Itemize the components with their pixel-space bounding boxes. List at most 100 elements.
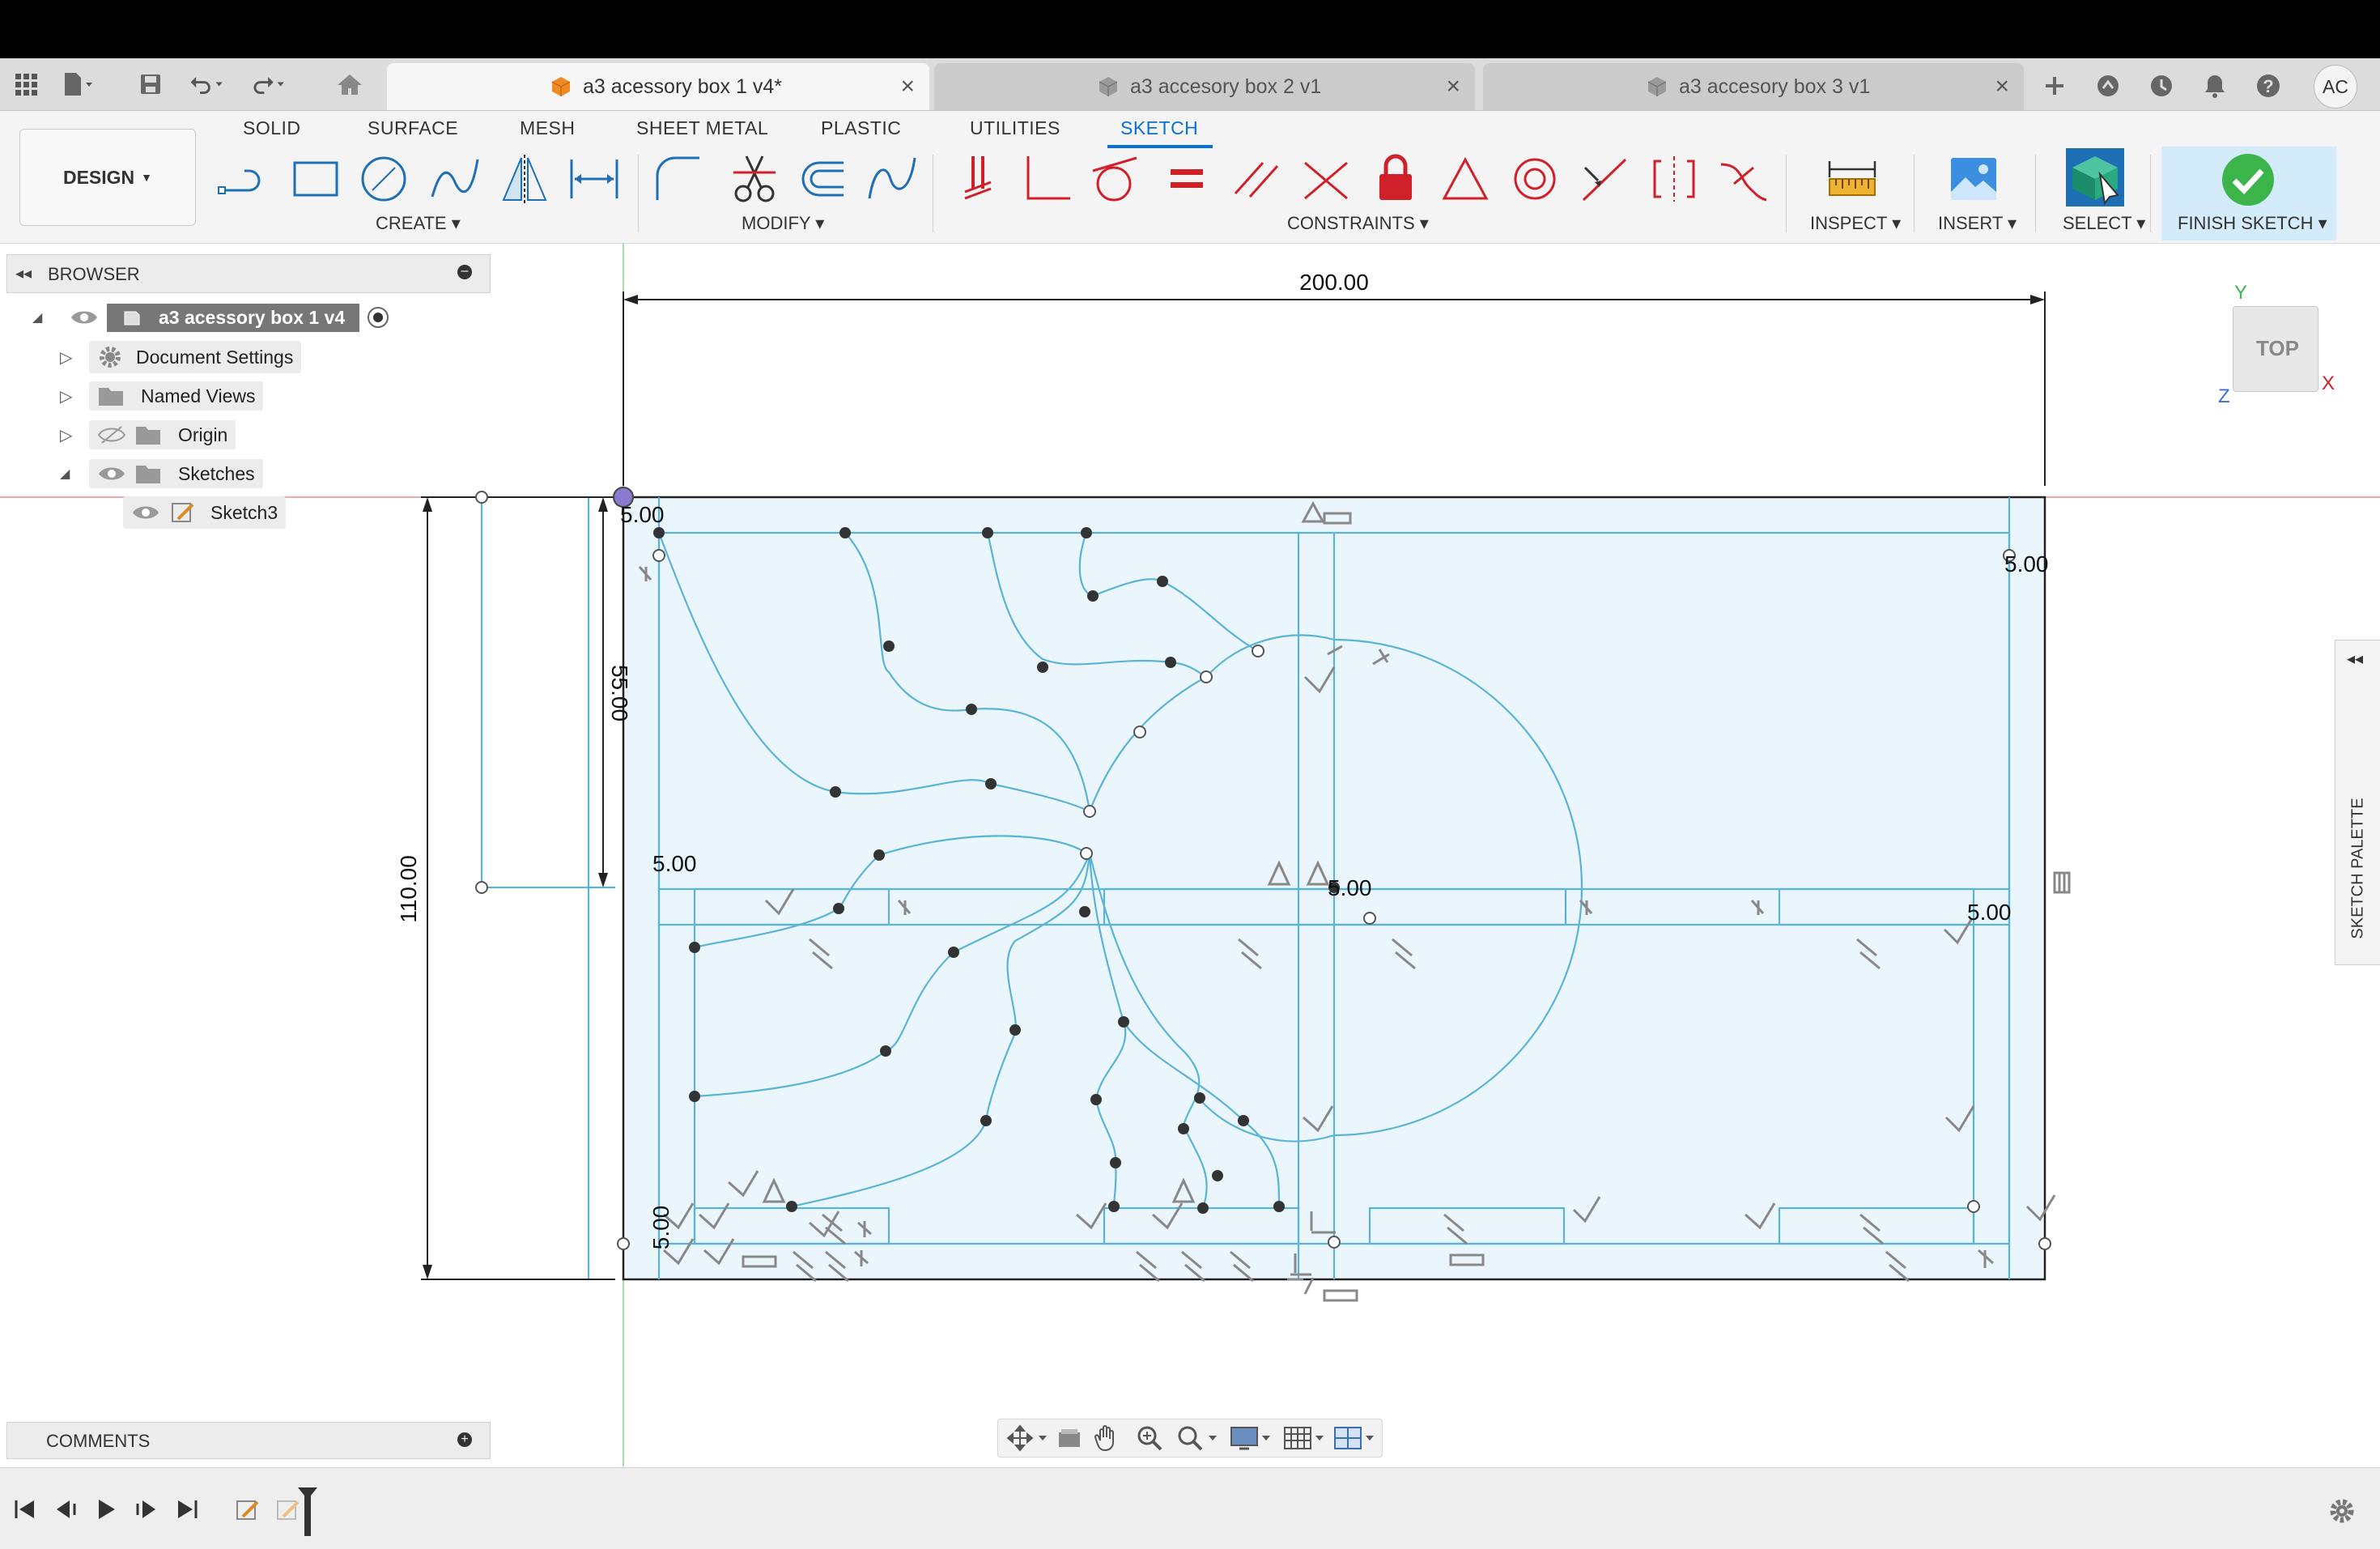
- expand-triangle-icon[interactable]: ▷: [60, 425, 89, 445]
- timeline-sketch-icon[interactable]: [235, 1497, 261, 1523]
- expand-palette-icon[interactable]: ◂◂: [2347, 649, 2363, 669]
- tab-surface[interactable]: SURFACE: [368, 117, 458, 139]
- sketch-palette-tab[interactable]: ◂◂ SKETCH PALETTE: [2335, 640, 2380, 965]
- tab-plastic[interactable]: PLASTIC: [821, 117, 901, 139]
- convert-spline-icon[interactable]: [865, 151, 920, 206]
- dimension-offset-mid-left[interactable]: 5.00: [652, 851, 697, 876]
- go-to-end-icon[interactable]: [175, 1497, 199, 1521]
- fit-zoom-icon[interactable]: [1176, 1424, 1220, 1452]
- inspect-menu[interactable]: INSPECT ▾: [1810, 213, 1901, 234]
- orbit-move-icon[interactable]: [1006, 1424, 1050, 1452]
- activate-radio-icon[interactable]: [366, 305, 390, 330]
- collapse-triangle-icon[interactable]: ◢: [32, 309, 53, 326]
- look-at-icon[interactable]: [1056, 1426, 1082, 1450]
- add-comment-icon[interactable]: +: [457, 1432, 472, 1447]
- collapse-browser-icon[interactable]: ◂◂: [15, 263, 32, 283]
- browser-item-named-views[interactable]: ▷ Named Views: [60, 380, 264, 412]
- timeline-marker-icon[interactable]: [296, 1486, 319, 1536]
- sketch-canvas[interactable]: 200.00 110.00 55.00 5.00 5.00 5.00 5.00 …: [0, 244, 2380, 1466]
- browser-item-origin[interactable]: ▷ Origin: [60, 419, 236, 451]
- browser-item-sketch3[interactable]: Sketch3: [123, 496, 287, 529]
- offset-tool-icon[interactable]: [795, 151, 850, 206]
- user-avatar[interactable]: AC: [2314, 65, 2357, 109]
- tab-a3-box-2[interactable]: a3 accesory box 2 v1 ×: [934, 63, 1475, 110]
- symmetric-constraint-icon[interactable]: [1647, 151, 1702, 206]
- viewcube[interactable]: TOP: [2233, 306, 2318, 392]
- dimension-offset-mid-right[interactable]: 5.00: [1967, 900, 2012, 925]
- extensions-icon[interactable]: [2090, 68, 2126, 104]
- rectangle-tool-icon[interactable]: [288, 151, 343, 206]
- tab-sketch[interactable]: SKETCH: [1120, 117, 1198, 139]
- circle-tool-icon[interactable]: [356, 151, 411, 206]
- equal-constraint-icon[interactable]: [1159, 151, 1214, 206]
- select-tool-icon[interactable]: [2064, 147, 2126, 208]
- trim-scissors-icon[interactable]: [727, 151, 782, 206]
- tab-utilities[interactable]: UTILITIES: [970, 117, 1060, 139]
- browser-root-item[interactable]: a3 acessory box 1 v4: [107, 303, 360, 332]
- tab-a3-box-3[interactable]: a3 accesory box 3 v1 ×: [1483, 63, 2024, 110]
- workspace-switcher[interactable]: DESIGN ▼: [19, 129, 196, 226]
- finish-sketch-button[interactable]: FINISH SKETCH ▾: [2161, 147, 2336, 240]
- dimension-tool-icon[interactable]: [567, 151, 622, 206]
- help-icon[interactable]: ?: [2250, 68, 2286, 104]
- parallel-constraint-icon[interactable]: [1229, 151, 1284, 206]
- minimize-browser-icon[interactable]: –: [457, 265, 472, 279]
- undo-icon[interactable]: [189, 66, 225, 102]
- tab-solid[interactable]: SOLID: [243, 117, 301, 139]
- dimension-offset-top-left[interactable]: 5.00: [620, 502, 665, 527]
- dimension-half-height[interactable]: 55.00: [607, 665, 632, 721]
- tab-mesh[interactable]: MESH: [520, 117, 575, 139]
- visibility-eye-icon[interactable]: [131, 503, 160, 522]
- redo-icon[interactable]: [251, 66, 287, 102]
- modify-menu[interactable]: MODIFY ▾: [742, 213, 824, 234]
- select-menu[interactable]: SELECT ▾: [2063, 213, 2145, 234]
- close-tab-icon[interactable]: ×: [1995, 73, 2009, 100]
- create-menu[interactable]: CREATE ▾: [376, 213, 461, 234]
- perpendicular-constraint-icon[interactable]: [1020, 151, 1075, 206]
- hidden-eye-icon[interactable]: [97, 425, 126, 445]
- dimension-offset-top-right[interactable]: 5.00: [2004, 551, 2049, 577]
- file-menu-icon[interactable]: [60, 66, 96, 102]
- insert-menu[interactable]: INSERT ▾: [1938, 213, 2017, 234]
- insert-image-icon[interactable]: [1946, 151, 2001, 206]
- visibility-eye-icon[interactable]: [97, 464, 126, 483]
- tab-sheet-metal[interactable]: SHEET METAL: [636, 117, 768, 139]
- zoom-icon[interactable]: [1136, 1424, 1163, 1452]
- collapse-triangle-icon[interactable]: ◢: [60, 466, 89, 482]
- timeline-settings-gear-icon[interactable]: [2328, 1497, 2356, 1525]
- job-status-icon[interactable]: [2144, 68, 2179, 104]
- browser-item-sketches[interactable]: ◢ Sketches: [60, 457, 263, 490]
- home-icon[interactable]: [332, 66, 368, 102]
- close-tab-icon[interactable]: ×: [1446, 73, 1460, 100]
- dimension-height[interactable]: 110.00: [396, 855, 421, 923]
- new-tab-icon[interactable]: [2037, 68, 2072, 104]
- fix-lock-icon[interactable]: [1368, 151, 1423, 206]
- tab-a3-box-1[interactable]: a3 acessory box 1 v4* ×: [387, 63, 929, 110]
- curvature-constraint-icon[interactable]: [1716, 151, 1771, 206]
- tangent-constraint-icon[interactable]: [1088, 151, 1143, 206]
- close-tab-icon[interactable]: ×: [900, 73, 915, 100]
- dimension-offset-mid-center[interactable]: 5.00: [1328, 875, 1372, 900]
- browser-item-document-settings[interactable]: ▷ Document Settings: [60, 341, 302, 373]
- line-tool-icon[interactable]: [217, 151, 272, 206]
- visibility-eye-icon[interactable]: [70, 308, 99, 327]
- viewports-icon[interactable]: [1333, 1424, 1377, 1452]
- midpoint-constraint-icon[interactable]: [1577, 151, 1632, 206]
- concentric-constraint-icon[interactable]: [1507, 151, 1562, 206]
- notifications-icon[interactable]: [2197, 68, 2233, 104]
- play-icon[interactable]: [94, 1497, 118, 1521]
- display-settings-icon[interactable]: [1230, 1424, 1273, 1452]
- spline-tool-icon[interactable]: [427, 151, 482, 206]
- mirror-tool-icon[interactable]: [497, 151, 552, 206]
- go-to-start-icon[interactable]: [13, 1497, 37, 1521]
- fillet-tool-icon[interactable]: [651, 151, 706, 206]
- save-icon[interactable]: [133, 66, 168, 102]
- browser-panel-header[interactable]: ◂◂ BROWSER –: [6, 254, 491, 293]
- step-forward-icon[interactable]: [134, 1497, 159, 1521]
- comments-panel-header[interactable]: COMMENTS +: [6, 1422, 491, 1459]
- expand-triangle-icon[interactable]: ▷: [60, 347, 89, 368]
- constraints-menu[interactable]: CONSTRAINTS ▾: [1287, 213, 1429, 234]
- dimension-offset-bottom-left[interactable]: 5.00: [648, 1206, 674, 1250]
- collinear-constraint-icon[interactable]: [1298, 151, 1354, 206]
- pan-hand-icon[interactable]: [1094, 1424, 1120, 1452]
